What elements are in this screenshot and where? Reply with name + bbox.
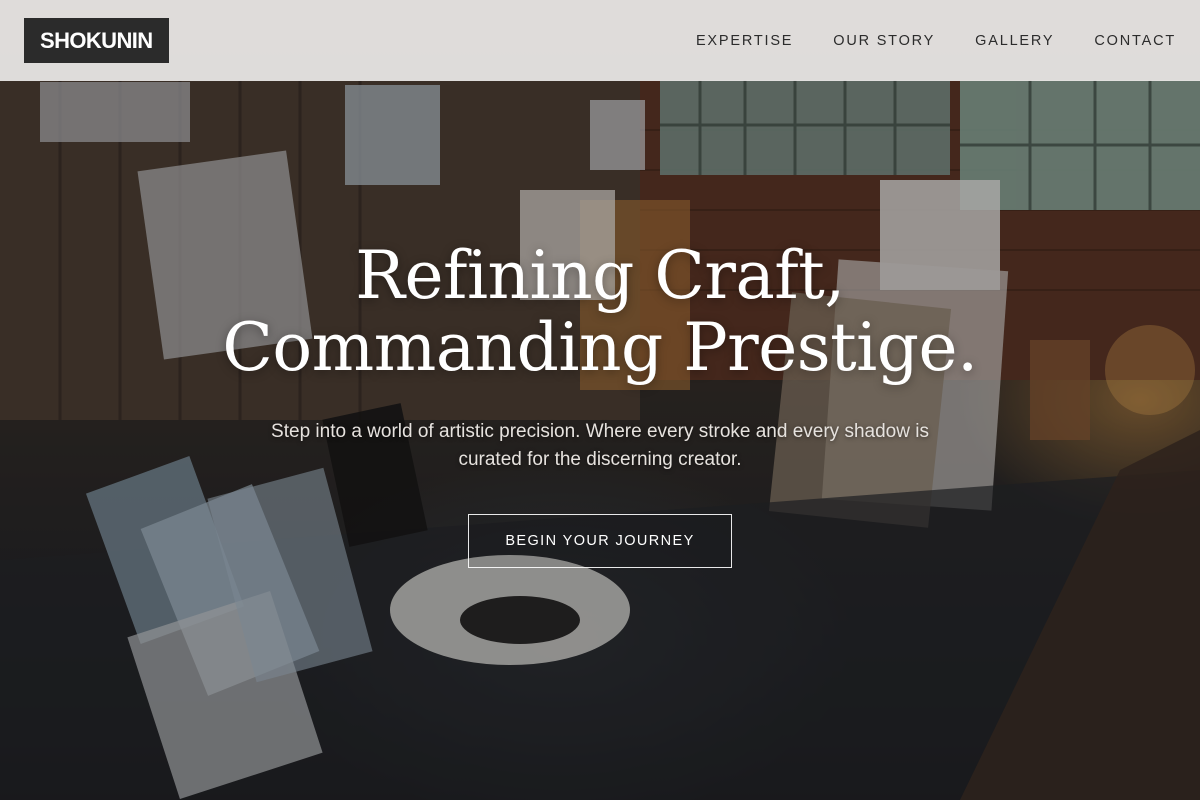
nav-link-gallery[interactable]: GALLERY — [975, 33, 1054, 49]
begin-journey-button[interactable]: BEGIN YOUR JOURNEY — [468, 514, 732, 568]
hero-headline-line-2: Commanding Prestige. — [222, 309, 978, 386]
site-logo[interactable]: SHOKUNIN — [24, 18, 169, 63]
nav-link-expertise[interactable]: EXPERTISE — [696, 33, 793, 49]
hero-content: Refining Craft, Commanding Prestige. Ste… — [0, 240, 1200, 568]
main-nav: EXPERTISE OUR STORY GALLERY CONTACT — [696, 33, 1176, 49]
nav-link-our-story[interactable]: OUR STORY — [833, 33, 935, 49]
nav-link-contact[interactable]: CONTACT — [1094, 33, 1176, 49]
hero-headline: Refining Craft, Commanding Prestige. — [0, 240, 1200, 384]
hero-subtext: Step into a world of artistic precision.… — [271, 421, 929, 470]
site-header: SHOKUNIN EXPERTISE OUR STORY GALLERY CON… — [0, 0, 1200, 81]
hero-headline-line-1: Refining Craft, — [355, 237, 845, 314]
